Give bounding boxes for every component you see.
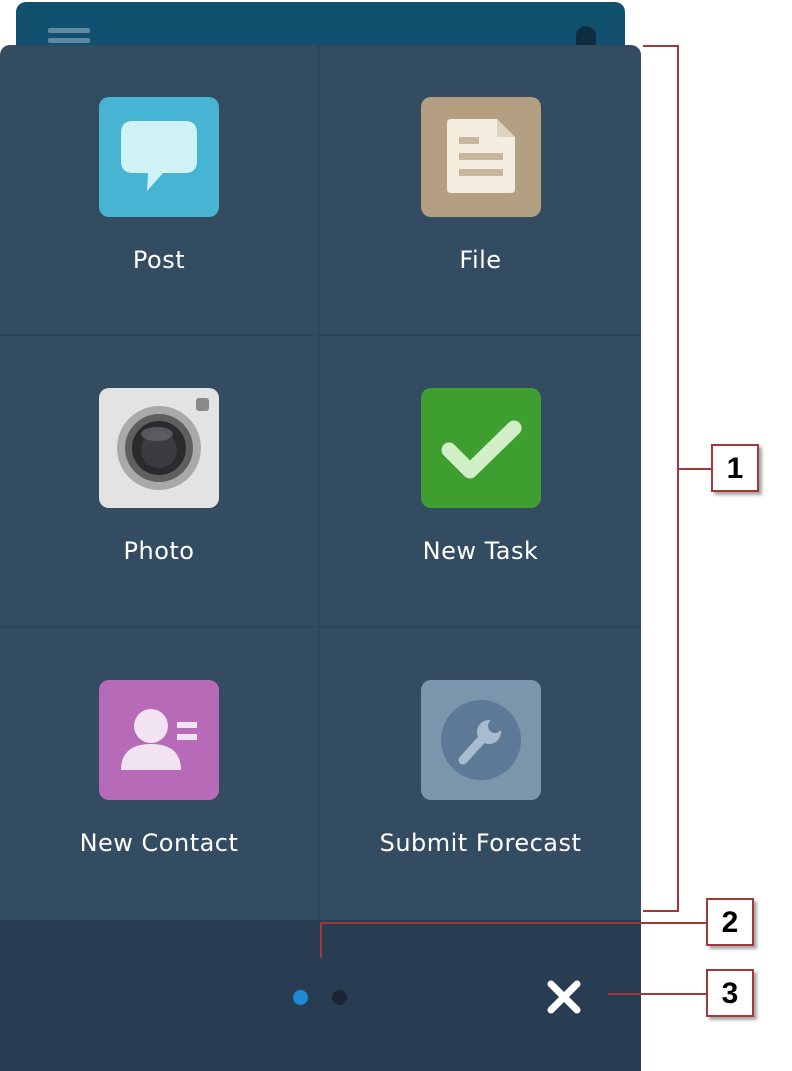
action-file[interactable]: File bbox=[320, 45, 641, 336]
document-icon bbox=[420, 97, 541, 217]
close-icon[interactable] bbox=[545, 978, 583, 1016]
action-panel: Post File Photo New Task New Contact Sub… bbox=[0, 45, 641, 1071]
action-photo[interactable]: Photo bbox=[0, 336, 320, 628]
callout-bracket-top bbox=[643, 45, 678, 47]
callout-1: 1 bbox=[711, 444, 759, 492]
callout-2: 2 bbox=[706, 898, 754, 946]
checkmark-icon bbox=[420, 388, 541, 508]
chat-bubble-icon bbox=[99, 97, 219, 217]
action-label: Photo bbox=[123, 537, 195, 565]
action-label: New Task bbox=[422, 537, 539, 565]
action-new-contact[interactable]: New Contact bbox=[0, 628, 320, 920]
callout-leader-2 bbox=[320, 922, 706, 924]
action-new-task[interactable]: New Task bbox=[320, 336, 641, 628]
callout-bracket-vertical bbox=[677, 45, 679, 912]
action-label: File bbox=[459, 246, 502, 274]
action-label: Post bbox=[132, 246, 186, 274]
action-label: New Contact bbox=[79, 829, 239, 857]
callout-3: 3 bbox=[706, 969, 754, 1017]
callout-leader-3 bbox=[608, 993, 706, 995]
page-dot[interactable] bbox=[332, 990, 347, 1005]
page-dot-active[interactable] bbox=[293, 990, 308, 1005]
callout-bracket-bottom bbox=[643, 910, 678, 912]
action-label: Submit Forecast bbox=[379, 829, 582, 857]
contact-card-icon bbox=[99, 680, 219, 800]
camera-icon bbox=[99, 388, 219, 508]
callout-leader-2-vertical bbox=[320, 922, 322, 958]
callout-leader-1 bbox=[679, 468, 711, 470]
action-submit-forecast[interactable]: Submit Forecast bbox=[320, 628, 641, 920]
wrench-icon bbox=[420, 680, 541, 800]
action-post[interactable]: Post bbox=[0, 45, 320, 336]
action-grid: Post File Photo New Task New Contact Sub… bbox=[0, 45, 641, 920]
